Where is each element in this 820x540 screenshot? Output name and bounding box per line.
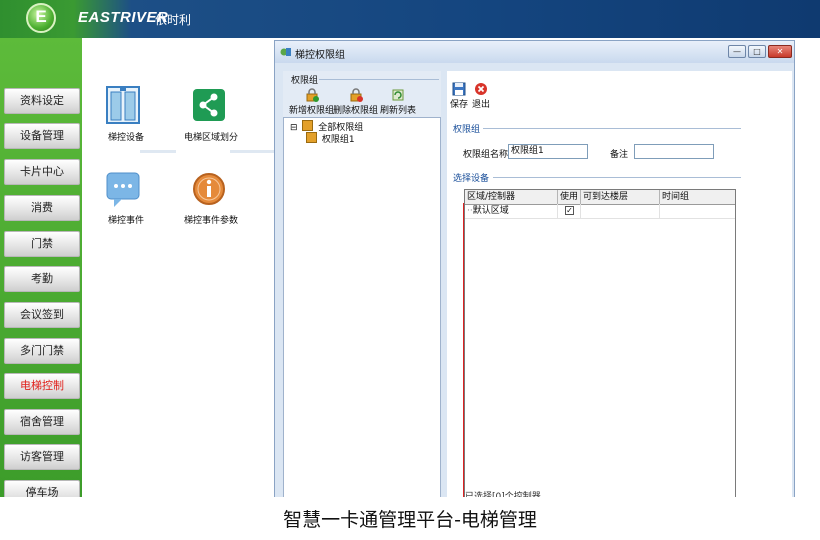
group-name-label: 权限组名称: [463, 150, 509, 160]
desktop-label-event-params: 梯控事件参数: [184, 216, 239, 226]
sidebar-item[interactable]: 考勤: [4, 266, 80, 292]
grid-header: 区域/控制器 使用 可到达楼层 时间组: [465, 190, 735, 205]
info-icon[interactable]: [192, 172, 228, 208]
delete-group-button[interactable]: 删除权限组: [333, 88, 378, 116]
sidebar-item[interactable]: 资料设定: [4, 88, 80, 114]
save-icon: [452, 82, 466, 96]
group-panel-title: 权限组: [291, 76, 319, 86]
column-header-floors[interactable]: 可到达楼层: [581, 190, 660, 204]
delete-group-label: 删除权限组: [333, 106, 379, 116]
column-header-time-group[interactable]: 时间组: [660, 190, 737, 204]
module-desktop: 梯控设备 电梯区域划分 梯控事件 梯控事件参数: [82, 38, 274, 497]
group-tree: ⊟ 全部权限组 权限组1: [283, 117, 441, 497]
used-checkbox[interactable]: ✓: [565, 206, 574, 215]
permission-group-window: 梯控权限组 — □ ✕ 权限组 新增权限组 删除权限组 刷新列表 ⊟ 全部权限组…: [274, 40, 795, 497]
app-window: E EASTRIVER 依时利 资料设定设备管理卡片中心消费门禁考勤会议签到多门…: [0, 0, 820, 497]
refresh-list-button[interactable]: 刷新列表: [380, 88, 416, 116]
remark-label: 备注: [610, 150, 629, 160]
save-label: 保存: [450, 100, 469, 110]
add-lock-icon: [306, 88, 319, 102]
app-logo-icon: E: [26, 3, 56, 33]
close-button[interactable]: ✕: [768, 45, 792, 58]
minimize-button[interactable]: —: [728, 45, 746, 58]
maximize-button[interactable]: □: [748, 45, 766, 58]
lock-icon: [306, 132, 317, 143]
window-app-icon: [280, 48, 291, 56]
cell-floors[interactable]: [581, 204, 660, 218]
tree-node-group-1[interactable]: 权限组1: [306, 132, 355, 145]
sidebar-item[interactable]: 设备管理: [4, 123, 80, 149]
add-group-button[interactable]: 新增权限组: [289, 88, 334, 116]
elevator-device-icon[interactable]: [106, 86, 142, 124]
desktop-label-elevator-device: 梯控设备: [108, 133, 145, 143]
section-divider: [493, 177, 741, 178]
share-icon[interactable]: [192, 88, 228, 124]
page-caption: 智慧一卡通管理平台-电梯管理: [283, 509, 537, 531]
window-title: 梯控权限组: [295, 50, 345, 61]
exit-label: 退出: [472, 100, 491, 110]
exit-button[interactable]: 退出: [472, 82, 490, 110]
exit-icon: [475, 83, 487, 95]
group-name-input[interactable]: 权限组1: [508, 144, 588, 159]
sidebar-item[interactable]: 停车场: [4, 480, 80, 497]
brand-name-cn: 依时利: [155, 13, 192, 27]
column-header-used[interactable]: 使用: [558, 190, 581, 204]
tree-expander[interactable]: ⊟: [290, 123, 298, 133]
cell-area: ··默认区域: [465, 204, 558, 218]
connector-line: [140, 150, 176, 153]
top-banner: E EASTRIVER 依时利: [0, 0, 820, 38]
chat-bubble-icon[interactable]: [106, 172, 142, 208]
sidebar-item[interactable]: 电梯控制: [4, 373, 80, 399]
section-title-devices: 选择设备: [453, 174, 490, 184]
tree-node-label: 权限组1: [321, 135, 355, 145]
cell-time-group[interactable]: [660, 204, 737, 218]
sidebar-item[interactable]: 消费: [4, 195, 80, 221]
refresh-list-label: 刷新列表: [380, 106, 417, 116]
remark-input[interactable]: [634, 144, 714, 159]
save-button[interactable]: 保存: [450, 82, 468, 110]
logo-letter: E: [35, 7, 47, 26]
cell-area-label: 默认区域: [472, 206, 509, 216]
section-divider: [483, 128, 741, 129]
sidebar-item[interactable]: 卡片中心: [4, 159, 80, 185]
cell-used: ✓: [558, 204, 581, 218]
sidebar-item[interactable]: 宿舍管理: [4, 409, 80, 435]
status-text: 已选择[0]个控制器: [465, 492, 541, 497]
refresh-icon: [392, 89, 404, 101]
sidebar-item[interactable]: 会议签到: [4, 302, 80, 328]
lock-icon: [302, 120, 314, 131]
sidebar-item[interactable]: 门禁: [4, 231, 80, 257]
section-title-group: 权限组: [453, 125, 481, 135]
table-row[interactable]: ··默认区域 ✓: [465, 204, 735, 219]
sidebar-item[interactable]: 多门门禁: [4, 338, 80, 364]
group-divider: [319, 79, 439, 80]
window-titlebar[interactable]: 梯控权限组 — □ ✕: [275, 41, 794, 63]
device-grid: 区域/控制器 使用 可到达楼层 时间组 ··默认区域 ✓: [464, 189, 736, 497]
delete-lock-icon: [350, 88, 363, 102]
desktop-label-events: 梯控事件: [108, 216, 145, 226]
connector-line: [230, 150, 274, 153]
sidebar-item[interactable]: 访客管理: [4, 444, 80, 470]
desktop-label-zone-division: 电梯区域划分: [184, 133, 239, 143]
column-header-area[interactable]: 区域/控制器: [465, 190, 558, 204]
add-group-label: 新增权限组: [289, 106, 335, 116]
